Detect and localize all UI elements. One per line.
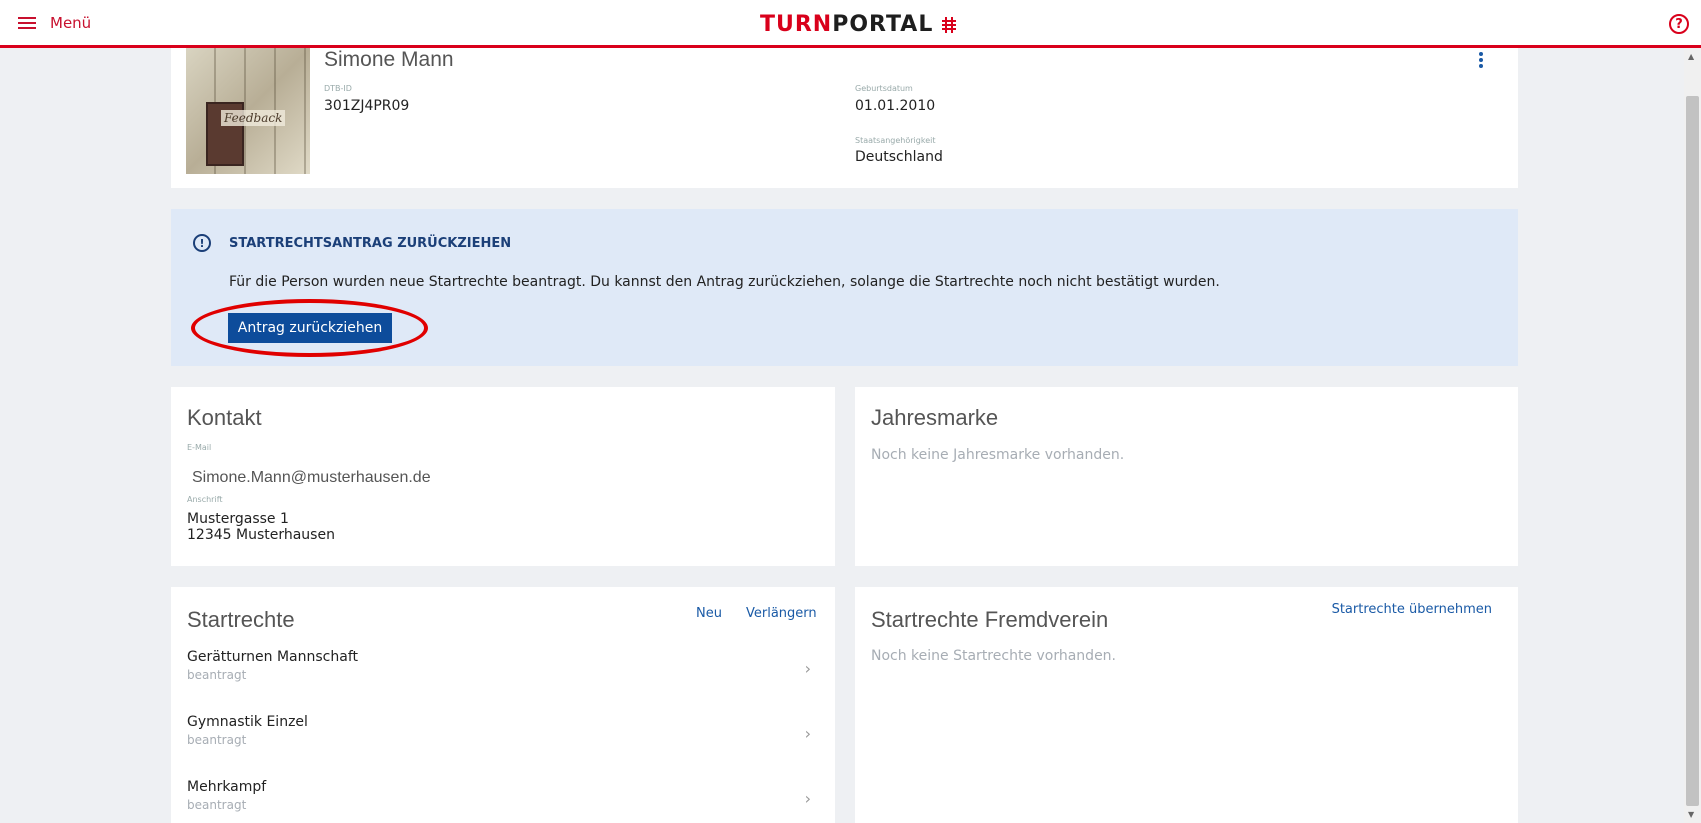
start-right-status: beantragt [187, 798, 247, 812]
scrollbar-thumb[interactable] [1686, 96, 1699, 806]
annual-badge-empty-text: Noch keine Jahresmarke vorhanden. [871, 447, 1125, 463]
contact-title: Kontakt [187, 405, 262, 430]
chevron-right-icon: › [804, 789, 811, 808]
scroll-up-icon[interactable]: ▲ [1688, 52, 1694, 61]
start-rights-card: Startrechte Neu Verlängern Gerätturnen M… [171, 587, 835, 823]
start-right-row[interactable]: Gerätturnen Mannschaft beantragt › [187, 649, 819, 711]
start-right-title: Gerätturnen Mannschaft [187, 649, 358, 665]
dtb-emblem-icon [942, 16, 957, 33]
start-right-status: beantragt [187, 733, 247, 747]
nationality-value: Deutschland [855, 149, 943, 165]
extend-start-rights-link[interactable]: Verlängern [746, 606, 817, 621]
menu-label[interactable]: Menü [50, 14, 91, 32]
page-scrollbar[interactable]: ▲ ▼ [1684, 48, 1701, 823]
address-label: Anschrift [187, 495, 223, 504]
birth-date-value: 01.01.2010 [855, 98, 936, 114]
start-right-title: Gymnastik Einzel [187, 714, 308, 730]
start-right-title: Mehrkampf [187, 779, 267, 795]
avatar-feedback-label: Feedback [221, 110, 286, 126]
menu-button[interactable]: Menü [18, 14, 91, 32]
external-club-start-rights-card: Startrechte Fremdverein Startrechte über… [855, 587, 1518, 823]
nationality-label: Staatsangehörigkeit [855, 136, 936, 145]
birth-date-label: Geburtsdatum [855, 84, 913, 93]
chevron-right-icon: › [804, 659, 811, 678]
logo-turn-text: TURN [760, 12, 833, 37]
turnportal-logo[interactable]: TURN PORTAL [760, 12, 957, 37]
profile-card: Feedback Simone Mann DTB-ID 301ZJ4PR09 G… [171, 48, 1518, 188]
dtb-id-label: DTB-ID [324, 84, 352, 93]
more-options-icon[interactable] [1479, 52, 1485, 68]
external-club-empty-text: Noch keine Startrechte vorhanden. [871, 648, 1116, 664]
contact-card: Kontakt E-Mail Simone.Mann@musterhausen.… [171, 387, 835, 566]
help-icon[interactable]: ? [1669, 14, 1689, 34]
annual-badge-card: Jahresmarke Noch keine Jahresmarke vorha… [855, 387, 1518, 566]
new-start-right-link[interactable]: Neu [696, 606, 722, 621]
email-label: E-Mail [187, 443, 212, 452]
start-rights-title: Startrechte [187, 607, 295, 632]
logo-portal-text: PORTAL [832, 12, 934, 37]
start-right-row[interactable]: Mehrkampf beantragt › [187, 779, 819, 823]
start-right-row[interactable]: Gymnastik Einzel beantragt › [187, 714, 819, 776]
notice-title: STARTRECHTSANTRAG ZURÜCKZIEHEN [229, 236, 512, 251]
withdraw-request-notice: ! STARTRECHTSANTRAG ZURÜCKZIEHEN Für die… [171, 209, 1518, 366]
info-alert-icon: ! [193, 234, 211, 252]
withdraw-request-button[interactable]: Antrag zurückziehen [228, 313, 392, 343]
notice-text: Für die Person wurden neue Startrechte b… [229, 274, 1220, 290]
external-club-title: Startrechte Fremdverein [871, 607, 1109, 632]
dtb-id-value: 301ZJ4PR09 [324, 98, 410, 114]
person-name: Simone Mann [324, 48, 454, 71]
address-city: 12345 Musterhausen [187, 527, 335, 543]
avatar: Feedback [186, 48, 310, 174]
top-bar: Menü TURN PORTAL ? [0, 0, 1701, 48]
chevron-right-icon: › [804, 724, 811, 743]
scroll-down-icon[interactable]: ▼ [1688, 810, 1694, 819]
address-street: Mustergasse 1 [187, 511, 289, 527]
hamburger-icon[interactable] [18, 16, 36, 30]
annual-badge-title: Jahresmarke [871, 405, 999, 430]
email-value[interactable]: Simone.Mann@musterhausen.de [192, 469, 431, 487]
start-right-status: beantragt [187, 668, 247, 682]
take-over-start-rights-link[interactable]: Startrechte übernehmen [1332, 602, 1492, 617]
